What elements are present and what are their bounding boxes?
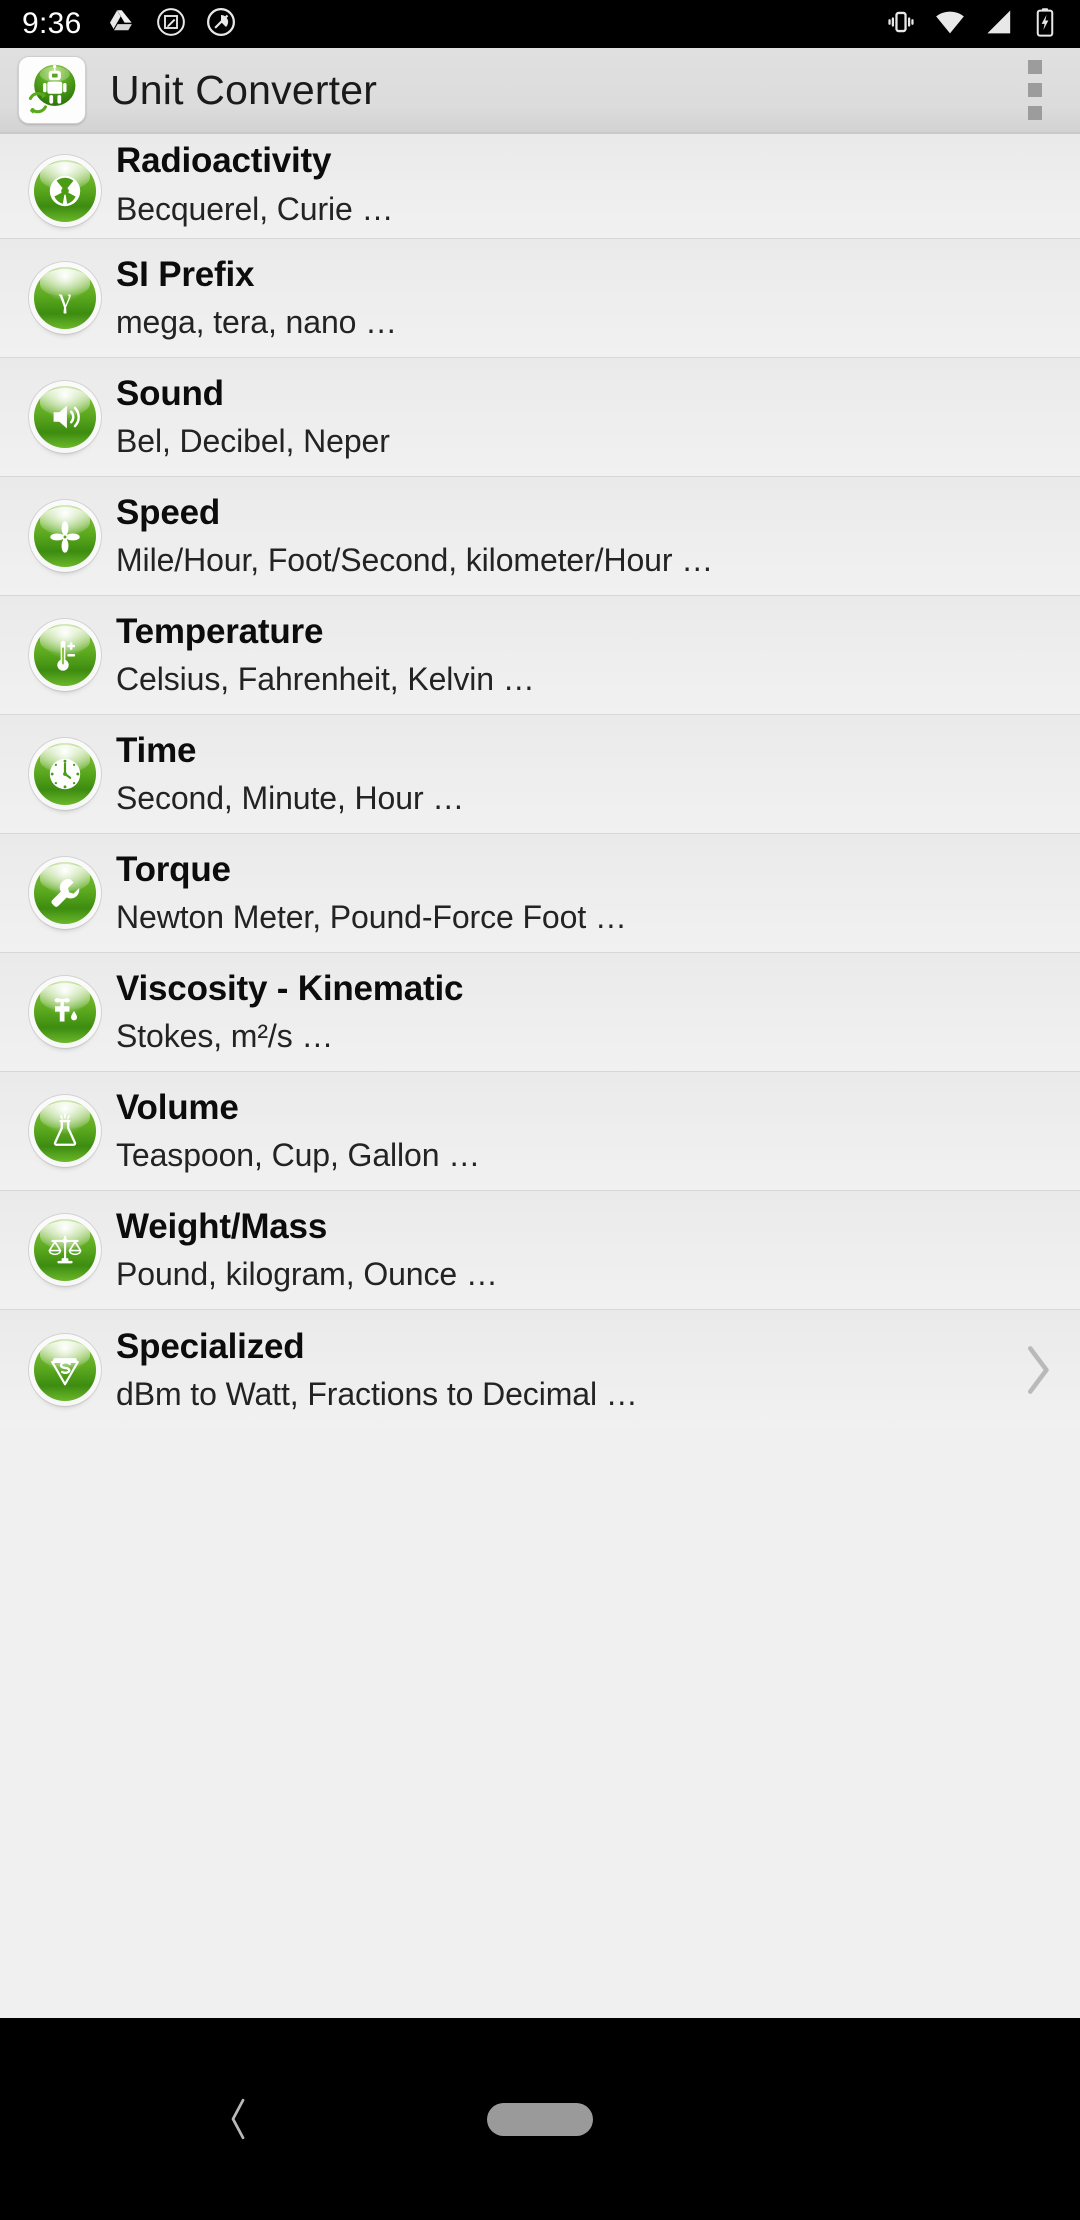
wifi-icon [934,6,966,43]
chevron-right-icon[interactable] [1008,1343,1066,1397]
list-item-text: Time Second, Minute, Hour … [106,730,1066,818]
list-item-title: Weight/Mass [116,1207,328,1247]
list-item[interactable]: Volume Teaspoon, Cup, Gallon … [0,1072,1080,1191]
converter-category-list[interactable]: Radioactivity Becquerel, Curie … γ SI Pr… [0,134,1080,2018]
time-clock-icon [34,743,96,805]
volume-flask-icon [34,1100,96,1162]
list-item-text: Sound Bel, Decibel, Neper [106,373,1066,461]
status-bar-notification-icons [106,7,236,42]
list-item-icon [24,486,106,586]
si-prefix-gamma-icon: γ [34,267,96,329]
list-item[interactable]: Viscosity - Kinematic Stokes, m²/s … [0,953,1080,1072]
list-item-title: Temperature [116,612,324,652]
list-item-title: Time [116,731,197,771]
svg-text:γ: γ [58,284,72,315]
list-item-icon [24,1081,106,1181]
list-item-icon [24,843,106,943]
list-item-subtitle: Stokes, m²/s … [116,1018,334,1055]
vibrate-icon [885,6,917,43]
list-item-subtitle: mega, tera, nano … [116,304,398,341]
app-bar: Unit Converter [0,48,1080,134]
list-item-subtitle: Newton Meter, Pound-Force Foot … [116,899,627,936]
list-item[interactable]: Torque Newton Meter, Pound-Force Foot … [0,834,1080,953]
list-item-title: Specialized [116,1326,305,1366]
list-item-text: Specialized dBm to Watt, Fractions to De… [106,1326,1008,1414]
list-item-subtitle: Teaspoon, Cup, Gallon … [116,1137,481,1174]
list-item-subtitle: Bel, Decibel, Neper [116,423,390,460]
speed-propeller-icon [34,505,96,567]
list-item-title: Speed [116,493,221,533]
list-item-subtitle: dBm to Watt, Fractions to Decimal … [116,1375,638,1412]
list-item-title: Torque [116,850,231,890]
list-item-subtitle: Celsius, Fahrenheit, Kelvin … [116,661,535,698]
sound-speaker-icon [34,386,96,448]
list-item-text: Volume Teaspoon, Cup, Gallon … [106,1087,1066,1175]
list-item-title: Sound [116,374,224,414]
status-bar-clock: 9:36 [22,7,82,40]
list-item-text: Torque Newton Meter, Pound-Force Foot … [106,849,1066,937]
list-item-icon [24,367,106,467]
status-bar: 9:36 [0,0,1080,48]
weight-balance-scale-icon [34,1219,96,1281]
list-item-title: Volume [116,1088,239,1128]
radioactivity-trefoil-icon [34,160,96,222]
list-item-title: Radioactivity [116,141,332,181]
home-pill-icon[interactable] [487,2102,593,2136]
list-item-subtitle: Pound, kilogram, Ounce … [116,1256,498,1293]
torque-wrench-icon [34,862,96,924]
list-item[interactable]: Time Second, Minute, Hour … [0,715,1080,834]
list-item-text: Radioactivity Becquerel, Curie … [106,140,1066,232]
temperature-thermometer-icon [34,624,96,686]
specialized-shield-icon [34,1338,96,1401]
google-drive-icon [106,7,136,42]
list-item-text: Weight/Mass Pound, kilogram, Ounce … [106,1206,1066,1294]
list-item-icon [24,1200,106,1300]
android-navigation-bar [0,2018,1080,2220]
list-item[interactable]: Radioactivity Becquerel, Curie … [0,134,1080,239]
overflow-menu-icon[interactable] [1008,54,1062,126]
battery-charging-icon [1032,7,1058,42]
list-item-icon [24,962,106,1062]
list-item-text: SI Prefix mega, tera, nano … [106,254,1066,342]
list-item-icon [24,724,106,824]
list-item-text: Viscosity - Kinematic Stokes, m²/s … [106,968,1066,1056]
cellular-signal-icon [983,6,1015,43]
list-item[interactable]: Speed Mile/Hour, Foot/Second, kilometer/… [0,477,1080,596]
list-item[interactable]: Specialized dBm to Watt, Fractions to De… [0,1310,1080,1429]
back-chevron-icon[interactable] [208,2089,268,2149]
circle-slash-icon [206,7,236,42]
screenshot-edit-icon [156,7,186,42]
list-item-title: Viscosity - Kinematic [116,969,464,1009]
status-bar-system-icons [885,6,1058,43]
list-item-text: Speed Mile/Hour, Foot/Second, kilometer/… [106,492,1066,580]
phone-screen: 9:36 Unit Converter Radioactivity Becque… [0,0,1080,2220]
list-item-subtitle: Second, Minute, Hour … [116,780,465,817]
list-item[interactable]: Weight/Mass Pound, kilogram, Ounce … [0,1191,1080,1310]
list-item[interactable]: Sound Bel, Decibel, Neper [0,358,1080,477]
list-item-icon [24,1320,106,1420]
list-item-subtitle: Mile/Hour, Foot/Second, kilometer/Hour … [116,542,714,579]
list-item-icon [24,137,106,232]
unit-converter-robot-icon [18,56,86,124]
list-item[interactable]: Temperature Celsius, Fahrenheit, Kelvin … [0,596,1080,715]
list-item-text: Temperature Celsius, Fahrenheit, Kelvin … [106,611,1066,699]
list-item[interactable]: γ SI Prefix mega, tera, nano … [0,239,1080,358]
list-item-icon: γ [24,248,106,348]
app-title: Unit Converter [110,66,378,113]
list-item-icon [24,605,106,705]
list-item-title: SI Prefix [116,255,255,295]
viscosity-faucet-icon [34,981,96,1043]
list-item-subtitle: Becquerel, Curie … [116,190,394,227]
